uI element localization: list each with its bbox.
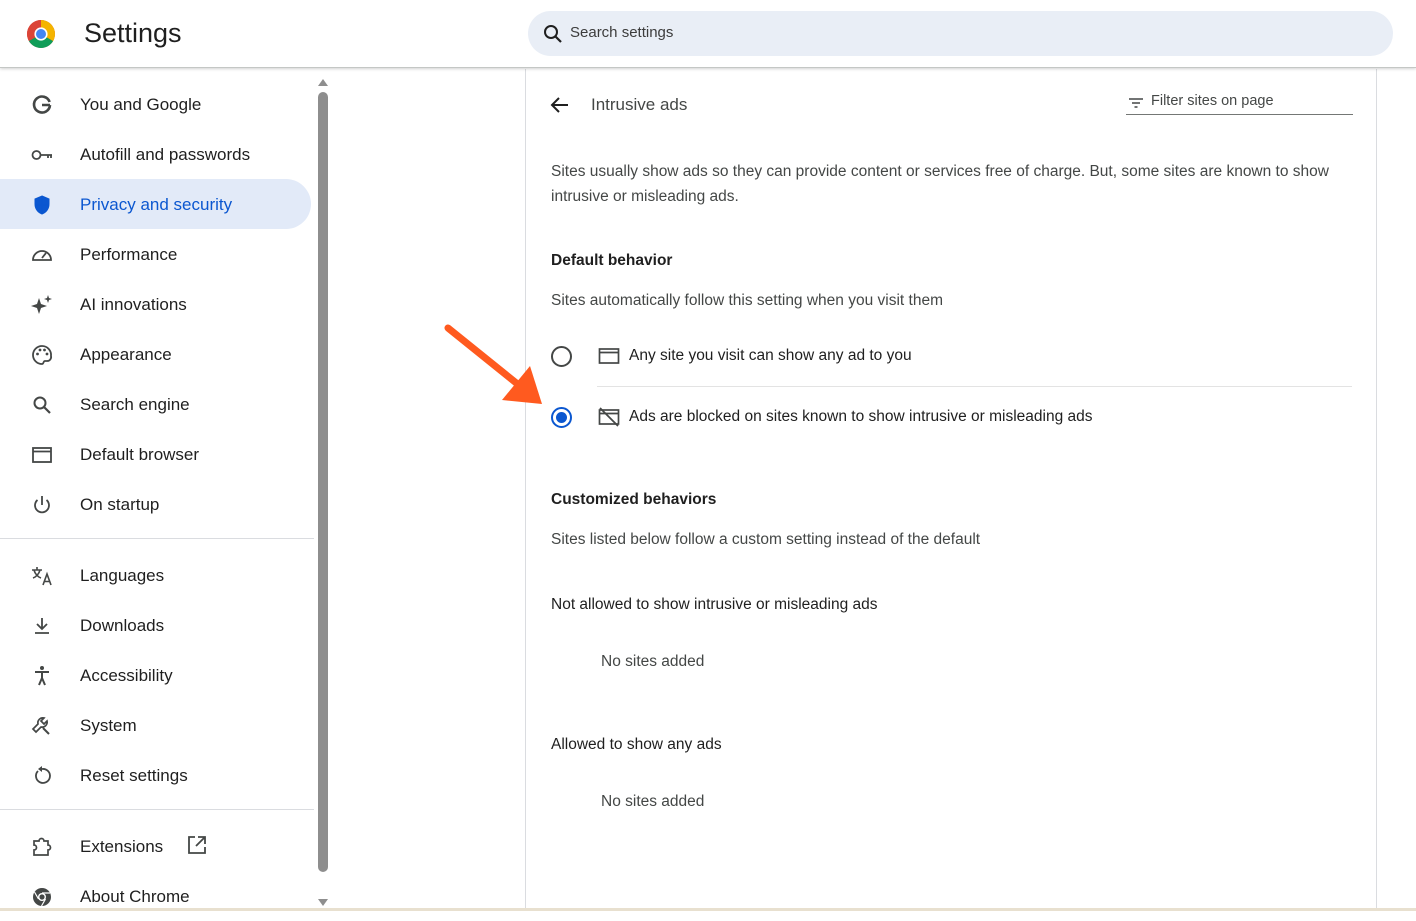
sidebar-item-about-chrome[interactable]: About Chrome (0, 871, 311, 921)
default-behavior-heading: Default behavior (551, 252, 673, 269)
sidebar-item-label: Appearance (80, 345, 172, 364)
radio-button[interactable] (551, 346, 572, 367)
sidebar: You and Google Autofill and passwords Pr… (0, 69, 316, 911)
speedometer-icon (30, 243, 54, 267)
download-icon (30, 614, 54, 638)
sidebar-item-appearance[interactable]: Appearance (0, 329, 311, 379)
sidebar-item-ai-innovations[interactable]: AI innovations (0, 279, 311, 329)
sidebar-item-privacy-and-security[interactable]: Privacy and security (0, 179, 311, 229)
ad-blocked-icon (598, 407, 620, 427)
sidebar-item-you-and-google[interactable]: You and Google (0, 79, 311, 129)
radio-option-label: Any site you visit can show any ad to yo… (629, 347, 912, 364)
filter-sites-field[interactable]: Filter sites on page (1126, 91, 1353, 115)
app-title: Settings (84, 18, 182, 48)
palette-icon (30, 343, 54, 367)
sidebar-item-label: You and Google (80, 95, 202, 114)
accessibility-icon (30, 664, 54, 688)
sidebar-item-label: Privacy and security (80, 195, 233, 214)
not-allowed-empty-message: No sites added (601, 653, 705, 670)
shield-icon (30, 193, 54, 217)
sidebar-item-label: Downloads (80, 616, 165, 635)
sidebar-item-label: Autofill and passwords (80, 145, 251, 164)
sidebar-item-label: Extensions (80, 837, 164, 856)
sidebar-item-label: Languages (80, 566, 165, 585)
filter-sites-input[interactable]: Filter sites on page (1151, 93, 1274, 109)
search-icon (30, 393, 54, 417)
sidebar-item-label: Search engine (80, 395, 190, 414)
sidebar-item-on-startup[interactable]: On startup (0, 479, 311, 529)
reset-icon (30, 764, 54, 788)
sidebar-divider (0, 809, 314, 810)
sidebar-item-label: On startup (80, 495, 160, 514)
option-divider (597, 386, 1352, 387)
sidebar-item-system[interactable]: System (0, 700, 311, 750)
sidebar-item-autofill[interactable]: Autofill and passwords (0, 129, 311, 179)
top-bar: Settings Search settings (0, 0, 1416, 68)
sidebar-item-reset-settings[interactable]: Reset settings (0, 750, 311, 800)
chrome-icon (30, 885, 54, 909)
page-title: Intrusive ads (591, 95, 688, 114)
puzzle-icon (30, 835, 54, 859)
filter-icon (1128, 96, 1144, 110)
sidebar-item-extensions[interactable]: Extensions (0, 821, 311, 871)
customized-behaviors-heading: Customized behaviors (551, 491, 717, 508)
google-g-icon (30, 93, 54, 117)
radio-button-selected[interactable] (551, 407, 572, 428)
browser-window-icon (30, 443, 54, 467)
sidebar-item-label: Default browser (80, 445, 200, 464)
sidebar-item-label: About Chrome (80, 887, 190, 906)
scrollbar-thumb[interactable] (318, 92, 328, 872)
sidebar-item-label: Performance (80, 245, 178, 264)
search-bar[interactable]: Search settings (528, 11, 1393, 56)
not-allowed-list-heading: Not allowed to show intrusive or mislead… (551, 596, 878, 613)
allowed-empty-message: No sites added (601, 793, 705, 810)
search-icon (542, 23, 564, 45)
sidebar-item-accessibility[interactable]: Accessibility (0, 650, 311, 700)
sidebar-item-default-browser[interactable]: Default browser (0, 429, 311, 479)
customized-behaviors-subtitle: Sites listed below follow a custom setti… (551, 531, 981, 548)
sidebar-item-label: AI innovations (80, 295, 187, 314)
sidebar-item-downloads[interactable]: Downloads (0, 600, 311, 650)
radio-option-allow-ads[interactable]: Any site you visit can show any ad to yo… (548, 328, 1353, 384)
sidebar-item-performance[interactable]: Performance (0, 229, 311, 279)
search-input[interactable]: Search settings (570, 24, 673, 41)
translate-icon (30, 564, 54, 588)
sidebar-item-search-engine[interactable]: Search engine (0, 379, 311, 429)
default-behavior-subtitle: Sites automatically follow this setting … (551, 292, 943, 309)
open-in-new-icon (186, 834, 208, 856)
radio-option-label: Ads are blocked on sites known to show i… (629, 408, 1093, 425)
content-panel: Intrusive ads Filter sites on page Sites… (525, 69, 1377, 911)
chrome-logo-icon (26, 19, 56, 49)
sidebar-item-languages[interactable]: Languages (0, 550, 311, 600)
sidebar-divider (0, 538, 314, 539)
ad-window-icon (598, 346, 620, 366)
sidebar-item-label: Accessibility (80, 666, 173, 685)
power-icon (30, 493, 54, 517)
back-arrow-icon[interactable] (548, 93, 572, 117)
radio-option-block-intrusive-ads[interactable]: Ads are blocked on sites known to show i… (548, 389, 1353, 445)
sidebar-item-label: Reset settings (80, 766, 188, 785)
scroll-up-arrow-icon[interactable] (317, 74, 329, 92)
page-description: Sites usually show ads so they can provi… (551, 163, 1329, 205)
key-icon (30, 143, 54, 167)
annotation-arrow-icon (440, 318, 550, 413)
allowed-list-heading: Allowed to show any ads (551, 736, 722, 753)
wrench-icon (30, 714, 54, 738)
sparkle-icon (30, 293, 54, 317)
sidebar-item-label: System (80, 716, 137, 735)
